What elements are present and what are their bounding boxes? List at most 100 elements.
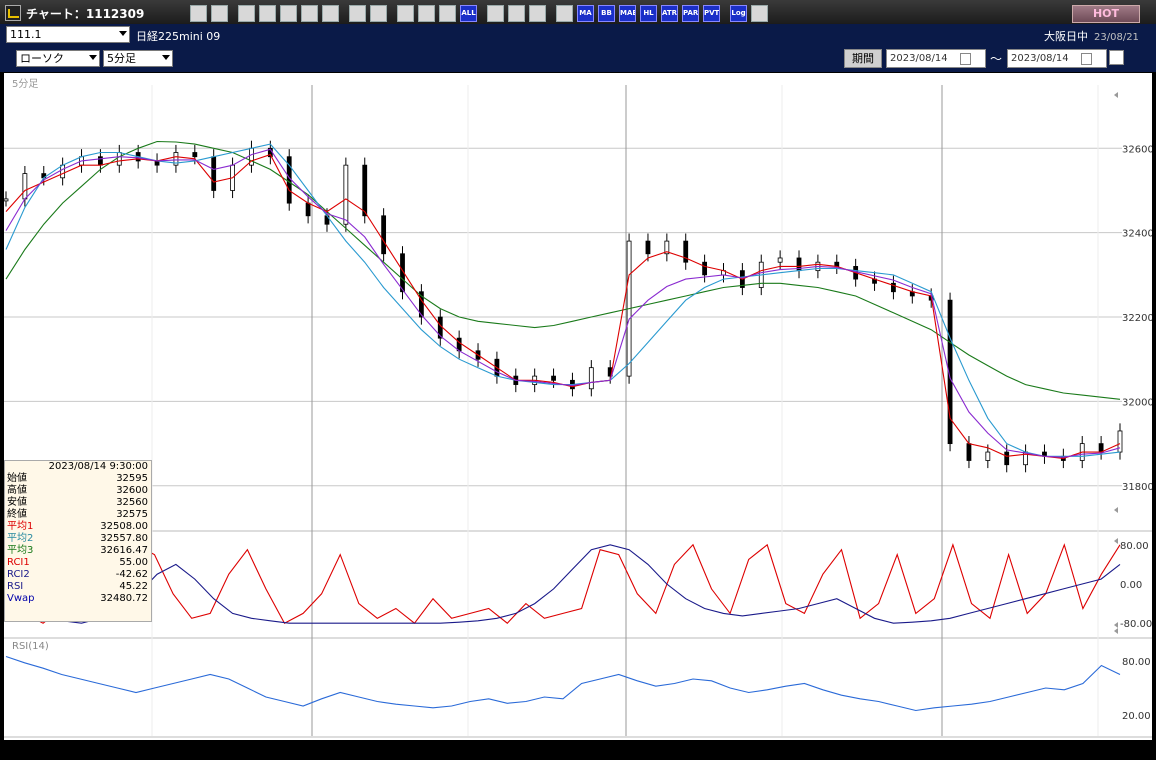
hot-button[interactable]: HOT — [1072, 5, 1140, 23]
tool-label: PAR — [683, 9, 699, 17]
window-icon[interactable] — [751, 5, 768, 22]
tool-log-button[interactable]: Log — [730, 5, 747, 22]
tool-label: Log — [731, 9, 746, 17]
cursor-icon[interactable] — [211, 5, 228, 22]
period-button[interactable]: 期間 — [844, 49, 882, 68]
legend-value: 32600 — [116, 485, 148, 496]
legend-value: 32557.80 — [100, 533, 148, 544]
symbol-code-select[interactable]: 111.1 — [6, 26, 130, 43]
candle-body — [985, 451, 991, 461]
tool-2-icon[interactable] — [259, 5, 276, 22]
legend-row: RCI2 -42.62 — [5, 569, 151, 581]
tool-3-icon[interactable] — [280, 5, 297, 22]
chevron-down-icon — [89, 55, 97, 60]
range-checkbox[interactable] — [1109, 50, 1124, 65]
price-tick-label: 32000 — [1122, 397, 1152, 408]
table-icon[interactable] — [556, 5, 573, 22]
price-tick-label: 32600 — [1122, 144, 1152, 155]
candle-body — [116, 152, 122, 166]
tool-4-icon[interactable] — [301, 5, 318, 22]
pencil-icon[interactable] — [349, 5, 366, 22]
date-to-field[interactable]: 2023/08/14 — [1007, 49, 1107, 68]
tool-label: ATR — [662, 9, 678, 17]
tool-mae-button[interactable]: MAE — [619, 5, 636, 22]
candle-body — [645, 240, 651, 255]
candle-body — [362, 164, 368, 217]
legend-row: Vwap 32480.72 — [5, 593, 151, 605]
candle-body — [343, 164, 349, 225]
tool-label: BB — [601, 9, 612, 17]
price-tick-label: 31800 — [1122, 482, 1152, 493]
candle-body — [22, 173, 28, 200]
window-title: チャート：1112309 — [26, 7, 145, 21]
candle-body — [966, 443, 972, 461]
rci-tick-label: 80.00 — [1120, 541, 1149, 552]
data-window: 2023/08/14 9:30:00 始値 32595 高値 32600 安値 32560… — [4, 460, 152, 622]
legend-row: 始値 32595 — [5, 473, 151, 485]
tool-all-button[interactable]: ALL — [460, 5, 477, 22]
rsi-panel-label: RSI(14) — [12, 641, 49, 652]
tool-7-icon[interactable] — [418, 5, 435, 22]
chevron-down-icon — [162, 55, 170, 60]
price-tick-label: 32200 — [1122, 313, 1152, 324]
legend-label: 終値 — [7, 509, 27, 520]
rsi-tick-label: 20.00 — [1122, 711, 1151, 722]
market-info: 大阪日中 23/08/21 — [1044, 28, 1139, 44]
range-separator: ～ — [990, 52, 1003, 66]
legend-label: Vwap — [7, 593, 35, 604]
tool-hl-button[interactable]: HL — [640, 5, 657, 22]
tool-8-icon[interactable] — [439, 5, 456, 22]
tool-bb-button[interactable]: BB — [598, 5, 615, 22]
chart-area[interactable]: 5分足 32600 32400 32200 32000 31800 80.00 0.00 -80… — [3, 73, 1154, 754]
arrow-icon[interactable] — [370, 5, 387, 22]
tool-pvt-button[interactable]: PVT — [703, 5, 720, 22]
wrench-icon[interactable] — [487, 5, 504, 22]
date-from-field[interactable]: 2023/08/14 — [886, 49, 986, 68]
chart-svg[interactable]: 5分足 32600 32400 32200 32000 31800 80.00 0.00 -80… — [3, 73, 1154, 754]
candle-body — [192, 152, 198, 158]
legend-value: 32595 — [116, 473, 148, 484]
symbol-name: 日経225mini 09 — [136, 30, 221, 43]
legend-label: 高値 — [7, 485, 27, 496]
interval-select[interactable]: 5分足 — [103, 50, 173, 67]
calendar-icon[interactable] — [1081, 53, 1092, 65]
legend-row: RCI1 55.00 — [5, 557, 151, 569]
legend-value: 32480.72 — [100, 593, 148, 604]
tool-label: ALL — [461, 9, 476, 17]
date-from-value: 2023/08/14 — [890, 53, 948, 64]
tool-1-icon[interactable] — [238, 5, 255, 22]
rci-tick-label: 0.00 — [1120, 580, 1142, 591]
rsi-tick-label: 80.00 — [1122, 657, 1151, 668]
candle-body — [1004, 451, 1010, 466]
search-icon[interactable] — [190, 5, 207, 22]
candle-body — [588, 367, 594, 390]
legend-row: 平均2 32557.80 — [5, 533, 151, 545]
scale-marker-icon — [1114, 507, 1118, 513]
tool-6-icon[interactable] — [397, 5, 414, 22]
legend-row: 終値 32575 — [5, 509, 151, 521]
tool-atr-button[interactable]: ATR — [661, 5, 678, 22]
candle-body — [211, 156, 217, 191]
legend-value: 32575 — [116, 509, 148, 520]
scale-marker-icon — [1114, 622, 1118, 628]
interval-label: 5分足 — [12, 78, 38, 90]
price-tick-label: 32400 — [1122, 229, 1152, 240]
tool-5-icon[interactable] — [322, 5, 339, 22]
calendar-icon[interactable] — [960, 53, 971, 65]
tool-label: HL — [643, 9, 654, 17]
interval-value: 5分足 — [107, 52, 136, 65]
legend-label: 安値 — [7, 497, 27, 508]
tool-label: MAE — [620, 9, 636, 17]
rci2-line — [5, 544, 1121, 624]
chevron-down-icon — [119, 31, 127, 36]
candle-body — [456, 337, 462, 352]
exchange-status: 大阪日中 — [1044, 30, 1088, 43]
chart-type-select[interactable]: ローソク — [16, 50, 100, 67]
tool-label: PVT — [704, 9, 720, 17]
ma3-line — [5, 140, 1121, 400]
tool-label: MA — [579, 9, 592, 17]
brush-icon[interactable] — [508, 5, 525, 22]
tool-ma-button[interactable]: MA — [577, 5, 594, 22]
palette-icon[interactable] — [529, 5, 546, 22]
tool-par-button[interactable]: PAR — [682, 5, 699, 22]
